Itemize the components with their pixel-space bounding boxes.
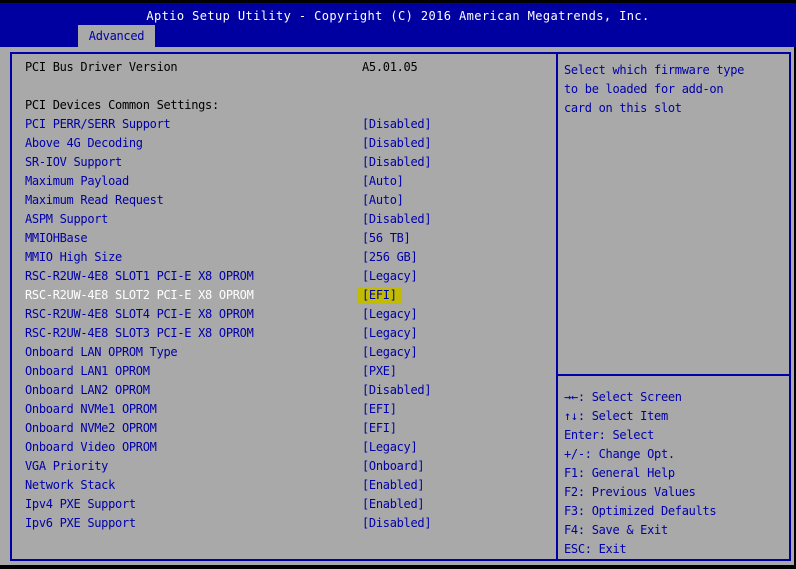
- setting-value: [Legacy]: [362, 269, 418, 283]
- setting-row[interactable]: RSC-R2UW-4E8 SLOT1 PCI-E X8 OPROM [Legacy…: [25, 267, 556, 286]
- setting-value: [256 GB]: [362, 250, 418, 264]
- setting-value: [Legacy]: [362, 345, 418, 359]
- help-line: card on this slot: [564, 101, 682, 115]
- setting-row[interactable]: Onboard NVMe2 OPROM [EFI]: [25, 419, 556, 438]
- setting-label: ASPM Support: [25, 212, 109, 226]
- setting-label: Onboard Video OPROM: [25, 440, 157, 454]
- setting-label: MMIO High Size: [25, 250, 122, 264]
- setting-row: PCI Devices Common Settings:: [25, 96, 556, 115]
- setting-row[interactable]: Above 4G Decoding [Disabled]: [25, 134, 556, 153]
- setting-value: [Auto]: [362, 193, 404, 207]
- setting-label: Above 4G Decoding: [25, 136, 143, 150]
- setting-value: A5.01.05: [362, 60, 418, 74]
- setting-value: [Legacy]: [362, 307, 418, 321]
- setting-value: [Disabled]: [362, 117, 432, 131]
- content-box: PCI Bus Driver Version A5.01.05 PCI Device…: [10, 52, 791, 561]
- help-text: Select which firmware type to be loaded f…: [558, 54, 789, 376]
- setting-row[interactable]: Ipv6 PXE Support [Disabled]: [25, 514, 556, 533]
- setting-row[interactable]: Onboard Video OPROM [Legacy]: [25, 438, 556, 457]
- setting-label: RSC-R2UW-4E8 SLOT3 PCI-E X8 OPROM: [25, 326, 254, 340]
- settings-spacer: [25, 77, 556, 96]
- setting-label: RSC-R2UW-4E8 SLOT4 PCI-E X8 OPROM: [25, 307, 254, 321]
- help-line: Select which firmware type: [564, 63, 745, 77]
- legend-item: F1: General Help: [564, 466, 675, 480]
- legend-item: +/-: Change Opt.: [564, 447, 675, 461]
- help-line: to be loaded for add-on: [564, 82, 724, 96]
- settings-list: PCI Bus Driver Version A5.01.05 PCI Device…: [25, 58, 556, 533]
- setting-row[interactable]: ASPM Support [Disabled]: [25, 210, 556, 229]
- app-title: Aptio Setup Utility - Copyright (C) 2016…: [146, 9, 650, 23]
- setting-row[interactable]: RSC-R2UW-4E8 SLOT3 PCI-E X8 OPROM [Legacy…: [25, 324, 556, 343]
- setting-label: Onboard NVMe2 OPROM: [25, 421, 157, 435]
- setting-row[interactable]: Onboard LAN2 OPROM [Disabled]: [25, 381, 556, 400]
- setting-row[interactable]: VGA Priority [Onboard]: [25, 457, 556, 476]
- legend-item: →←: Select Screen: [564, 390, 682, 404]
- setting-label: Onboard LAN1 OPROM: [25, 364, 150, 378]
- setting-row: PCI Bus Driver Version A5.01.05: [25, 58, 556, 77]
- setting-label: Maximum Payload: [25, 174, 129, 188]
- setting-label: Onboard LAN2 OPROM: [25, 383, 150, 397]
- setting-value: [56 TB]: [362, 231, 411, 245]
- setting-value: [Disabled]: [362, 212, 432, 226]
- setting-label: RSC-R2UW-4E8 SLOT2 PCI-E X8 OPROM: [25, 288, 254, 302]
- setting-value: [Enabled]: [362, 478, 425, 492]
- setting-value: [Disabled]: [362, 155, 432, 169]
- setting-value: [EFI]: [362, 402, 397, 416]
- setting-row[interactable]: Maximum Payload [Auto]: [25, 172, 556, 191]
- setting-value: [Legacy]: [362, 326, 418, 340]
- setting-label: SR-IOV Support: [25, 155, 122, 169]
- setting-value: [EFI]: [357, 286, 402, 305]
- setting-label: Onboard NVMe1 OPROM: [25, 402, 157, 416]
- setting-row[interactable]: MMIOHBase [56 TB]: [25, 229, 556, 248]
- setting-row[interactable]: MMIO High Size [256 GB]: [25, 248, 556, 267]
- setting-value: [PXE]: [362, 364, 397, 378]
- setting-label: Maximum Read Request: [25, 193, 164, 207]
- setting-row[interactable]: Onboard NVMe1 OPROM [EFI]: [25, 400, 556, 419]
- setting-value: [Auto]: [362, 174, 404, 188]
- settings-pane: PCI Bus Driver Version A5.01.05 PCI Device…: [12, 54, 556, 559]
- legend-item: F4: Save & Exit: [564, 523, 668, 537]
- legend-item: Enter: Select: [564, 428, 655, 442]
- key-legend: →←: Select Screen ↑↓: Select Item Enter: S…: [558, 376, 789, 559]
- setting-row[interactable]: Ipv4 PXE Support [Enabled]: [25, 495, 556, 514]
- titlebar: Aptio Setup Utility - Copyright (C) 2016…: [0, 3, 796, 47]
- setting-row[interactable]: SR-IOV Support [Disabled]: [25, 153, 556, 172]
- setting-label: Onboard LAN OPROM Type: [25, 345, 178, 359]
- setting-row[interactable]: Network Stack [Enabled]: [25, 476, 556, 495]
- setting-row[interactable]: Onboard LAN1 OPROM [PXE]: [25, 362, 556, 381]
- setting-row[interactable]: RSC-R2UW-4E8 SLOT4 PCI-E X8 OPROM [Legacy…: [25, 305, 556, 324]
- setting-label: Network Stack: [25, 478, 116, 492]
- setting-value: [Legacy]: [362, 440, 418, 454]
- bios-screen: Aptio Setup Utility - Copyright (C) 2016…: [0, 0, 796, 569]
- tab-advanced[interactable]: Advanced: [78, 25, 155, 47]
- setting-label: PCI PERR/SERR Support: [25, 117, 171, 131]
- setting-value: [Disabled]: [362, 383, 432, 397]
- setting-value: [Enabled]: [362, 497, 425, 511]
- legend-item: ESC: Exit: [564, 542, 627, 556]
- setting-value: [EFI]: [362, 421, 397, 435]
- legend-item: ↑↓: Select Item: [564, 409, 668, 423]
- main-area: PCI Bus Driver Version A5.01.05 PCI Device…: [0, 47, 794, 565]
- setting-row[interactable]: Onboard LAN OPROM Type [Legacy]: [25, 343, 556, 362]
- setting-label: PCI Devices Common Settings:: [25, 98, 219, 112]
- setting-value: [Disabled]: [362, 516, 432, 530]
- setting-value: [Disabled]: [362, 136, 432, 150]
- legend-item: F2: Previous Values: [564, 485, 696, 499]
- setting-label: Ipv6 PXE Support: [25, 516, 136, 530]
- setting-label: Ipv4 PXE Support: [25, 497, 136, 511]
- setting-label: VGA Priority: [25, 459, 109, 473]
- setting-value: [Onboard]: [362, 459, 425, 473]
- setting-row[interactable]: PCI PERR/SERR Support [Disabled]: [25, 115, 556, 134]
- side-pane: Select which firmware type to be loaded f…: [556, 54, 789, 559]
- legend-item: F3: Optimized Defaults: [564, 504, 717, 518]
- setting-row-selected[interactable]: RSC-R2UW-4E8 SLOT2 PCI-E X8 OPROM [EFI]: [25, 286, 556, 305]
- setting-row[interactable]: Maximum Read Request [Auto]: [25, 191, 556, 210]
- setting-label: RSC-R2UW-4E8 SLOT1 PCI-E X8 OPROM: [25, 269, 254, 283]
- setting-value-highlight: [EFI]: [357, 287, 402, 304]
- setting-label: MMIOHBase: [25, 231, 88, 245]
- setting-label: PCI Bus Driver Version: [25, 60, 178, 74]
